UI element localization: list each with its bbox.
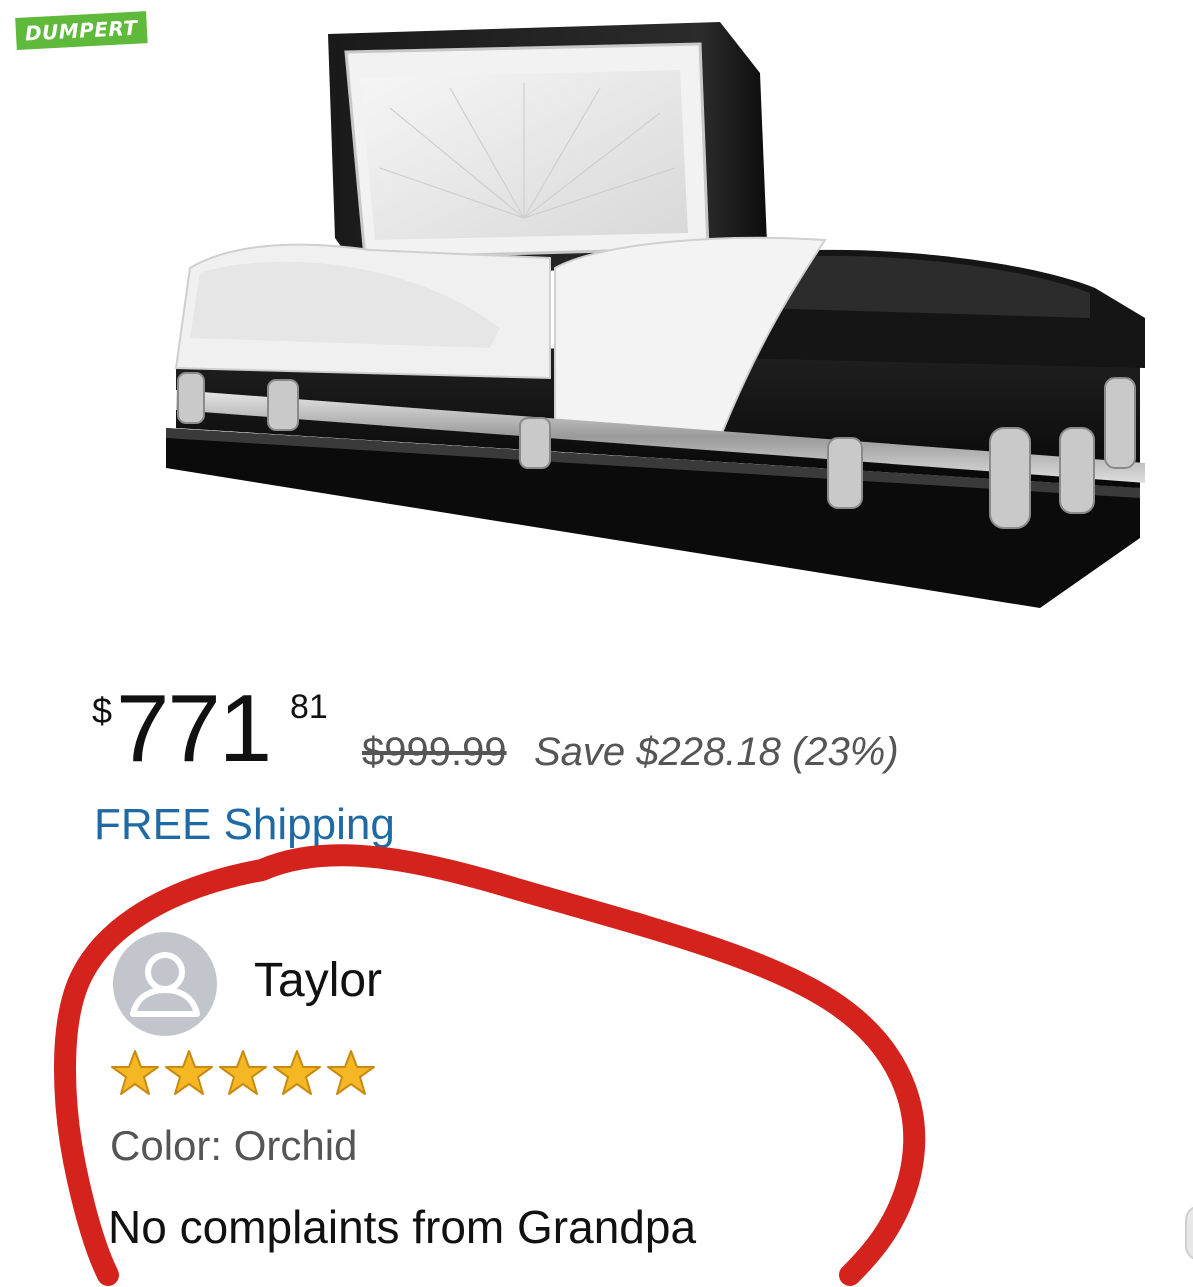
star-rating — [108, 1048, 378, 1098]
user-avatar-icon — [113, 932, 217, 1036]
price-fraction: 81 — [290, 688, 328, 726]
watermark: DUMPERT — [14, 11, 166, 58]
star-icon — [327, 1050, 375, 1095]
review-variant: Color: Orchid — [110, 1122, 358, 1169]
reviewer-name[interactable]: Taylor — [254, 953, 382, 1008]
review-body: No complaints from Grandpa — [108, 1201, 697, 1253]
price-block: $ 771 81 $999.99 Save $228.18 (23%) — [92, 675, 992, 790]
watermark-logo: DUMPERT — [15, 11, 148, 50]
star-icon — [165, 1050, 213, 1095]
price-currency: $ — [92, 690, 113, 731]
star-icon — [111, 1050, 159, 1095]
star-icon — [273, 1050, 321, 1095]
side-scroll-button[interactable] — [1185, 1205, 1193, 1261]
savings-text: Save $228.18 (23%) — [534, 730, 899, 774]
free-shipping-link[interactable]: FREE Shipping — [94, 800, 395, 850]
price-whole: 771 — [116, 675, 272, 782]
casket-image — [166, 22, 1145, 608]
star-icon — [219, 1050, 267, 1095]
list-price: $999.99 — [362, 730, 507, 774]
